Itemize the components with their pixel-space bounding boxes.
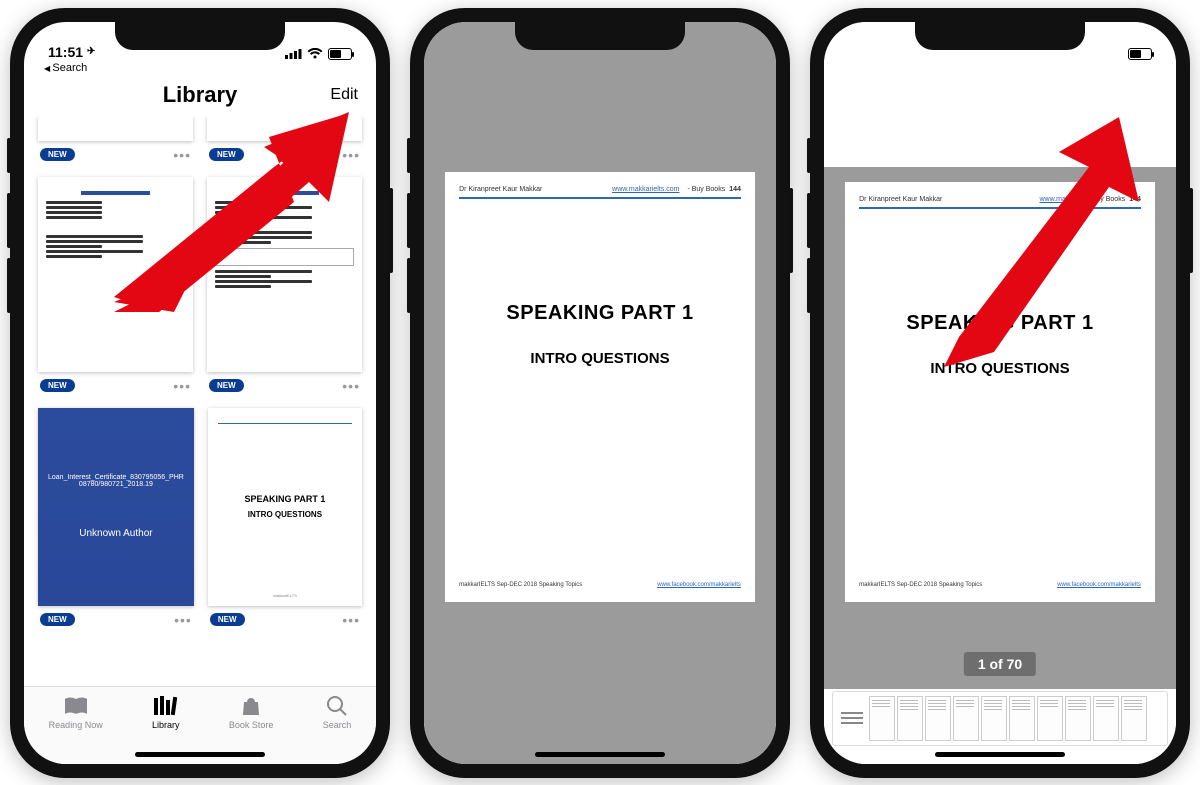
pdf-footer: makkarIELTS Sep-DEC 2018 Speaking Topics… — [859, 582, 1141, 588]
page-thumb[interactable] — [981, 696, 1007, 741]
new-badge: NEW — [210, 613, 245, 626]
page-thumb[interactable] — [1065, 696, 1091, 741]
page-thumb[interactable] — [1037, 696, 1063, 741]
annotation-arrow — [114, 112, 364, 312]
page-title: Library — [92, 82, 308, 108]
library-icon — [153, 695, 179, 717]
page-thumb[interactable] — [925, 696, 951, 741]
annotation-arrow — [944, 117, 1154, 367]
book-item[interactable]: SPEAKING PART 1 INTRO QUESTIONS makkarIE… — [208, 408, 362, 634]
back-to-search[interactable]: Search — [24, 62, 376, 78]
cover-subtitle: INTRO QUESTIONS — [248, 510, 322, 519]
page-thumb[interactable] — [1009, 696, 1035, 741]
pdf-page[interactable]: Dr Kiranpreet Kaur Makkar www.makkarielt… — [445, 172, 755, 602]
signal-icon — [285, 48, 302, 59]
home-indicator[interactable] — [135, 752, 265, 757]
battery-icon — [328, 48, 352, 60]
pdf-heading: SPEAKING PART 1 — [445, 302, 755, 325]
bag-icon — [240, 695, 262, 717]
page-thumb[interactable] — [1093, 696, 1119, 741]
page-thumb[interactable] — [869, 696, 895, 741]
page-thumb[interactable] — [953, 696, 979, 741]
new-badge: NEW — [40, 148, 75, 161]
battery-icon — [1128, 48, 1152, 60]
page-thumb[interactable] — [1121, 696, 1147, 741]
pdf-header: Dr Kiranpreet Kaur Makkar www.makkarielt… — [459, 186, 741, 199]
notch — [115, 22, 285, 50]
book-author: Unknown Author — [79, 528, 152, 539]
more-icon[interactable]: ••• — [174, 612, 192, 628]
tab-reading-now[interactable]: Reading Now — [49, 695, 103, 730]
tab-book-store[interactable]: Book Store — [229, 695, 274, 730]
tab-library[interactable]: Library — [152, 695, 180, 730]
new-badge: NEW — [209, 379, 244, 392]
new-badge: NEW — [40, 613, 75, 626]
search-icon — [326, 695, 348, 717]
more-icon[interactable]: ••• — [342, 378, 360, 394]
notch — [515, 22, 685, 50]
book-item[interactable]: Loan_Interest_Certificate_830795056_PHR … — [38, 408, 194, 634]
more-icon[interactable]: ••• — [342, 612, 360, 628]
pdf-subheading: INTRO QUESTIONS — [445, 350, 755, 367]
home-indicator[interactable] — [535, 752, 665, 757]
pdf-footer: makkarIELTS Sep-DEC 2018 Speaking Topics… — [459, 582, 741, 588]
book-open-icon — [63, 696, 89, 716]
book-filename: Loan_Interest_Certificate_830795056_PHR … — [48, 474, 184, 488]
page-thumb[interactable] — [897, 696, 923, 741]
library-navbar: Library Edit — [24, 78, 376, 116]
edit-button[interactable]: Edit — [308, 86, 358, 104]
more-icon[interactable]: ••• — [173, 378, 191, 394]
phone-pdf-view: Dr Kiranpreet Kaur Makkar www.makkarielt… — [410, 8, 790, 778]
new-badge: NEW — [40, 379, 75, 392]
phone-library: 11:51✈ Search Library Edit NEW••• NEW• — [10, 8, 390, 778]
page-indicator: 1 of 70 — [964, 652, 1036, 676]
tab-search[interactable]: Search — [323, 695, 352, 730]
thumbnail-strip[interactable] — [832, 691, 1168, 746]
cover-title: SPEAKING PART 1 — [244, 494, 325, 504]
status-time: 11:51 — [48, 44, 83, 60]
notch — [915, 22, 1085, 50]
home-indicator[interactable] — [935, 752, 1065, 757]
wifi-icon — [307, 48, 323, 60]
phone-pdf-reader: 11:51✈ Search Introduction Sept - Dec 20… — [810, 8, 1190, 778]
